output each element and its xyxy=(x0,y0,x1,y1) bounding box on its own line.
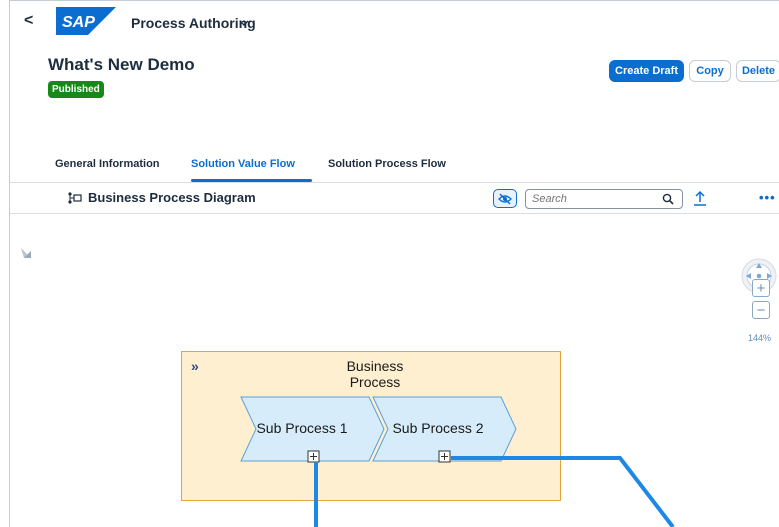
sap-logo: SAP xyxy=(56,7,116,35)
more-options-button[interactable]: ••• xyxy=(759,190,776,205)
back-button[interactable]: < xyxy=(24,12,33,30)
sub-process-2-label[interactable]: Sub Process 2 xyxy=(383,420,493,436)
search-input[interactable] xyxy=(532,191,652,207)
hide-toggle-button[interactable] xyxy=(493,189,517,208)
search-field[interactable] xyxy=(525,189,683,209)
tab-general-information[interactable]: General Information xyxy=(55,158,160,170)
search-icon[interactable] xyxy=(662,193,674,205)
zoom-out-button[interactable]: − xyxy=(752,301,770,319)
page-title: What's New Demo xyxy=(48,55,195,74)
sub-process-1-label[interactable]: Sub Process 1 xyxy=(247,420,357,436)
zoom-level: 144% xyxy=(748,333,772,343)
tab-solution-process-flow[interactable]: Solution Process Flow xyxy=(328,158,446,170)
shell-bar xyxy=(10,1,779,45)
copy-button[interactable]: Copy xyxy=(689,60,731,82)
chevron-down-icon[interactable] xyxy=(239,18,249,28)
process-diagram-icon xyxy=(68,192,82,204)
diagram-title: Business Process Diagram xyxy=(88,190,256,205)
status-badge: Published xyxy=(48,81,104,98)
process-chevron-icon: » xyxy=(191,358,199,374)
zoom-in-button[interactable]: + xyxy=(752,279,770,297)
collapse-arrow-icon[interactable] xyxy=(20,247,32,259)
create-draft-button[interactable]: Create Draft xyxy=(609,60,684,82)
tab-solution-value-flow[interactable]: Solution Value Flow xyxy=(191,158,295,170)
eye-slash-icon xyxy=(498,193,512,204)
upload-icon[interactable] xyxy=(693,190,707,206)
app-title[interactable]: Process Authoring xyxy=(131,15,256,31)
delete-button[interactable]: Delete xyxy=(736,60,779,82)
logo-text: SAP xyxy=(62,14,95,31)
business-process-title: Business Process xyxy=(346,358,404,390)
active-tab-indicator xyxy=(191,179,312,182)
